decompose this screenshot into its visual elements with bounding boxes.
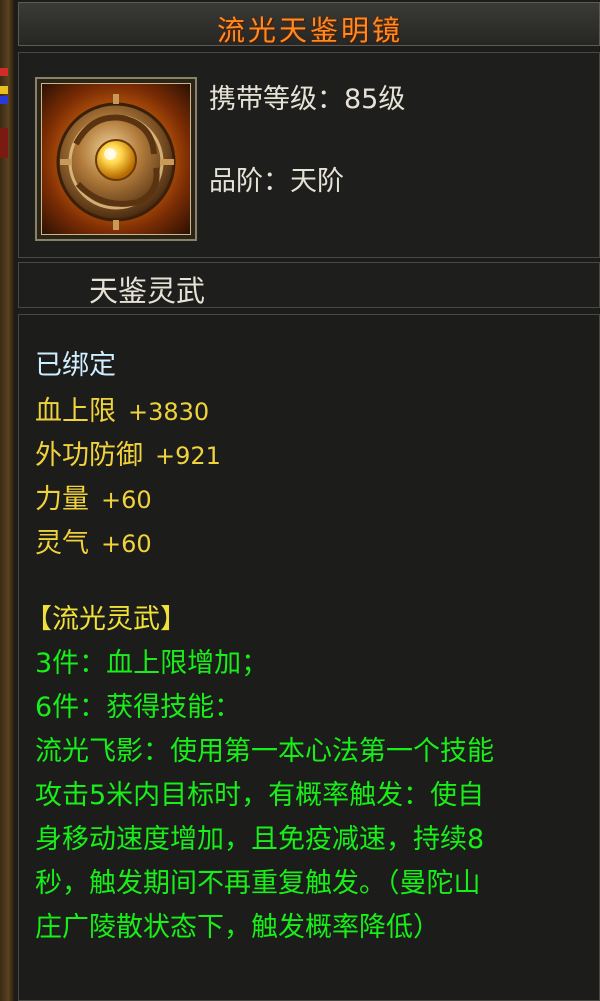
- title-bar: 流光天鉴明镜: [18, 2, 600, 47]
- stat-row: 血上限 +3830: [35, 389, 209, 428]
- stat-row: 力量 +60: [35, 477, 152, 516]
- set-bonus-6: 6件：获得技能：: [35, 692, 242, 723]
- stat-value: +60: [101, 486, 152, 514]
- skill-description-line: 庄广陵散状态下，触发概率降低）: [35, 912, 440, 943]
- item-category: 天鉴灵武: [89, 274, 206, 308]
- stat-row: 外功防御 +921: [35, 433, 221, 472]
- set-bonus-3: 3件：血上限增加；: [35, 648, 269, 679]
- set-name: 【流光灵武】: [25, 604, 187, 635]
- stat-name: 外功防御: [35, 440, 143, 471]
- carry-level: 携带等级：85级: [209, 84, 406, 115]
- stat-value: +3830: [128, 398, 210, 426]
- skill-description-line: 流光飞影：使用第一本心法第一个技能: [35, 736, 494, 767]
- stat-value: +921: [155, 442, 221, 470]
- bronze-mirror-icon: [41, 83, 191, 235]
- skill-description-line: 秒，触发期间不再重复触发。（曼陀山: [35, 868, 481, 899]
- stat-name: 力量: [35, 484, 89, 515]
- item-tooltip: 流光天鉴明镜 携带等级：85级 品阶：天阶 天鉴灵武 已绑定 血上限 +3830…: [14, 0, 600, 1001]
- stat-name: 血上限: [35, 396, 116, 427]
- side-button: [0, 128, 8, 158]
- bound-status: 已绑定: [35, 350, 116, 381]
- stat-value: +60: [101, 530, 152, 558]
- item-icon-frame: [35, 77, 197, 241]
- stat-row: 灵气 +60: [35, 521, 152, 560]
- item-info-panel: 携带等级：85级 品阶：天阶: [18, 52, 600, 258]
- item-name: 流光天鉴明镜: [216, 14, 403, 47]
- item-grade: 品阶：天阶: [209, 166, 344, 197]
- mirror-artwork: [56, 94, 176, 230]
- skill-description-line: 攻击5米内目标时，有概率触发：使自: [35, 780, 485, 811]
- blue-marker: [0, 96, 8, 104]
- red-marker: [0, 68, 8, 76]
- item-details-panel: 已绑定 血上限 +3830 外功防御 +921 力量 +60 灵气 +60 【流光灵武】…: [18, 314, 600, 1001]
- stat-name: 灵气: [35, 528, 89, 559]
- skill-description-line: 身移动速度增加，且免疫减速，持续8: [35, 824, 485, 855]
- item-category-bar: 天鉴灵武: [18, 262, 600, 308]
- yellow-marker: [0, 86, 8, 94]
